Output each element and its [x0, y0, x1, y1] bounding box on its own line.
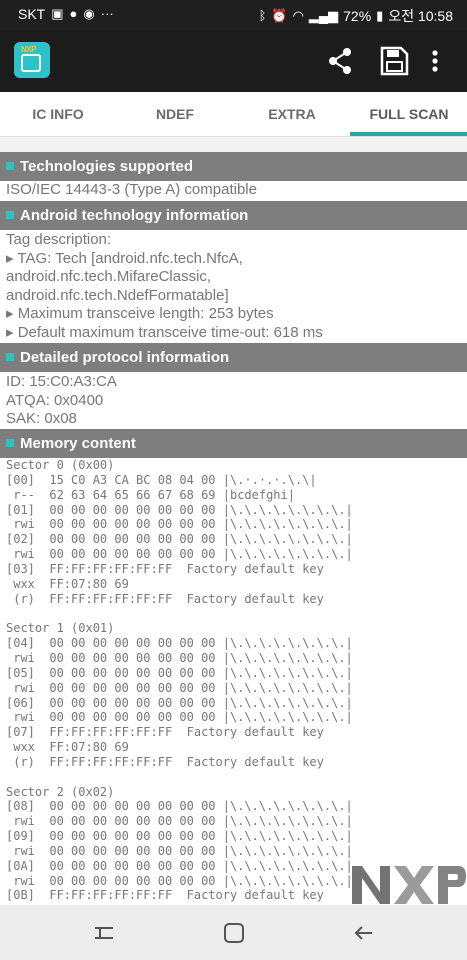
text-line: ▸ Default maximum transceive time-out: 6… [6, 323, 323, 341]
tab-bar: IC INFO NDEF EXTRA FULL SCAN [0, 92, 467, 137]
text-line: ISO/IEC 14443-3 (Type A) compatible [6, 181, 257, 198]
memory-line: rwi 00 00 00 00 00 00 00 00 |\.\.\.\.\.\… [6, 517, 353, 532]
nxp-watermark-logo [350, 860, 467, 908]
tab-full-scan[interactable]: FULL SCAN [351, 92, 467, 136]
tab-ndef[interactable]: NDEF [117, 92, 233, 136]
memory-line: rwi 00 00 00 00 00 00 00 00 |\.\.\.\.\.\… [6, 814, 353, 829]
section-body-technologies: ISO/IEC 14443-3 (Type A) compatible [6, 181, 257, 200]
recents-icon[interactable] [90, 919, 118, 947]
bullet-square-icon [6, 439, 14, 447]
memory-line: [0A] 00 00 00 00 00 00 00 00 |\.\.\.\.\.… [6, 858, 353, 873]
section-header-protocol: Detailed protocol information [0, 343, 467, 372]
bullet-square-icon [6, 162, 14, 170]
memory-line: [07] FF:FF:FF:FF:FF:FF Factory default k… [6, 725, 324, 740]
text-line: ▸ TAG: Tech [android.nfc.tech.NfcA, [6, 249, 243, 267]
memory-line: [06] 00 00 00 00 00 00 00 00 |\.\.\.\.\.… [6, 695, 353, 710]
memory-line: rwi 00 00 00 00 00 00 00 00 |\.\.\.\.\.\… [6, 680, 353, 695]
message-icon: ◉ [83, 6, 95, 21]
signal-icon: ▂▄▆ [308, 8, 339, 23]
memory-line: Sector 0 (0x00) [6, 458, 115, 472]
text-line: ID: 15:C0:A3:CA [6, 373, 117, 390]
text-line: ATQA: 0x0400 [6, 391, 104, 409]
memory-line: [03] FF:FF:FF:FF:FF:FF Factory default k… [6, 561, 324, 576]
battery-icon: ▮ [376, 8, 384, 23]
memory-line: [02] 00 00 00 00 00 00 00 00 |\.\.\.\.\.… [6, 532, 353, 547]
app-logo[interactable]: NXP [14, 42, 50, 78]
section-title: Memory content [20, 435, 136, 452]
text-line: Tag description: [6, 231, 112, 248]
memory-line: [05] 00 00 00 00 00 00 00 00 |\.\.\.\.\.… [6, 665, 353, 680]
text-line: SAK: 0x08 [6, 410, 77, 427]
tab-extra[interactable]: EXTRA [234, 92, 350, 136]
logo-text: NXP [21, 45, 36, 54]
clock: 오전 10:58 [388, 8, 453, 24]
memory-line: [0B] FF:FF:FF:FF:FF:FF Factory default k… [6, 888, 324, 903]
battery-label: 72% [343, 8, 372, 24]
app-bar: NXP [0, 30, 467, 92]
carrier-label: SKT [18, 6, 46, 22]
memory-line: (r) FF:FF:FF:FF:FF:FF Factory default ke… [6, 591, 324, 606]
system-nav-bar [0, 905, 467, 960]
notification-icon: ▣ [51, 6, 64, 21]
divider [0, 137, 467, 152]
section-header-android-tech: Android technology information [0, 201, 467, 230]
section-title: Technologies supported [20, 158, 194, 175]
save-icon[interactable] [377, 44, 411, 78]
nfc-card-icon [21, 54, 41, 72]
memory-line: Sector 1 (0x01) [6, 621, 115, 636]
overflow-menu-icon[interactable] [425, 44, 445, 78]
wifi-icon: ◠ [292, 8, 304, 23]
bullet-square-icon [6, 353, 14, 361]
memory-line: (r) FF:FF:FF:FF:FF:FF Factory default ke… [6, 754, 324, 769]
memory-line: rwi 00 00 00 00 00 00 00 00 |\.\.\.\.\.\… [6, 843, 353, 858]
section-header-memory: Memory content [0, 429, 467, 458]
share-icon[interactable] [323, 44, 357, 78]
memory-line: rwi 00 00 00 00 00 00 00 00 |\.\.\.\.\.\… [6, 710, 353, 725]
memory-line [6, 606, 353, 621]
alarm-icon: ⏰ [271, 8, 288, 23]
text-line: android.nfc.tech.MifareClassic, [6, 268, 212, 285]
memory-line: rwi 00 00 00 00 00 00 00 00 |\.\.\.\.\.\… [6, 650, 353, 665]
section-header-technologies: Technologies supported [0, 152, 467, 181]
section-title: Detailed protocol information [20, 349, 230, 366]
section-body-android-tech: Tag description: ▸ TAG: Tech [android.nf… [6, 231, 323, 342]
text-line: ▸ Maximum transceive length: 253 bytes [6, 305, 274, 322]
memory-line: [08] 00 00 00 00 00 00 00 00 |\.\.\.\.\.… [6, 799, 353, 814]
memory-line: rwi 00 00 00 00 00 00 00 00 |\.\.\.\.\.\… [6, 873, 353, 888]
tab-ic-info[interactable]: IC INFO [0, 92, 116, 136]
memory-line: [09] 00 00 00 00 00 00 00 00 |\.\.\.\.\.… [6, 829, 353, 844]
memory-line: wxx FF:07:80 69 [6, 740, 129, 755]
section-body-protocol: ID: 15:C0:A3:CA ATQA: 0x0400 SAK: 0x08 [6, 373, 117, 429]
section-title: Android technology information [20, 207, 249, 224]
memory-line: Sector 2 (0x02) [6, 784, 115, 799]
memory-line: r-- 62 63 64 65 66 67 68 69 |bcdefghi| [6, 487, 295, 502]
scan-content[interactable]: Technologies supported ISO/IEC 14443-3 (… [0, 152, 467, 905]
bluetooth-icon: ᛒ [258, 8, 267, 23]
text-line: android.nfc.tech.NdefFormatable] [6, 286, 229, 304]
memory-dump: Sector 0 (0x00) [00] 15 C0 A3 CA BC 08 04… [6, 458, 353, 903]
memory-line: wxx FF:07:80 69 [6, 576, 129, 591]
memory-line [6, 770, 353, 785]
chat-icon: ● [69, 6, 78, 21]
back-icon[interactable] [350, 919, 378, 947]
more-dots-icon: ··· [100, 6, 114, 21]
memory-line: [00] 15 C0 A3 CA BC 08 04 00 |\.·.·.·.\.… [6, 472, 317, 487]
status-bar: SKT ▣ ● ◉ ··· ᛒ ⏰ ◠ ▂▄▆ 72% ▮ 오전 10:58 [0, 0, 467, 30]
active-tab-indicator [350, 132, 467, 136]
memory-line: [01] 00 00 00 00 00 00 00 00 |\.\.\.\.\.… [6, 502, 353, 517]
home-icon[interactable] [220, 919, 248, 947]
memory-line: [04] 00 00 00 00 00 00 00 00 |\.\.\.\.\.… [6, 636, 353, 651]
bullet-square-icon [6, 211, 14, 219]
memory-line: rwi 00 00 00 00 00 00 00 00 |\.\.\.\.\.\… [6, 547, 353, 562]
